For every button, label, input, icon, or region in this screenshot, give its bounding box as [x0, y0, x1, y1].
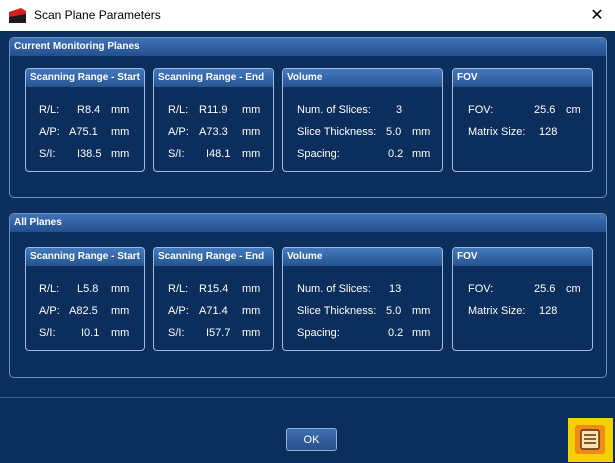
- ap-unit: mm: [242, 305, 261, 317]
- rl-value: R8.4: [77, 104, 101, 116]
- ap-unit: mm: [111, 305, 130, 317]
- ap-value: A71.4: [199, 305, 228, 317]
- si-unit: mm: [111, 327, 130, 339]
- corner-button[interactable]: [575, 425, 605, 454]
- title-bar: Scan Plane Parameters ✕: [0, 0, 615, 31]
- ap-value: A73.3: [199, 126, 228, 138]
- panel-title: FOV: [453, 69, 592, 87]
- panel-title: Scanning Range - Start: [26, 248, 144, 266]
- rl-value: R11.9: [199, 104, 228, 116]
- matrix-label: Matrix Size:: [468, 305, 526, 317]
- ap-value: A82.5: [69, 305, 98, 317]
- rl-label: R/L:: [168, 283, 189, 295]
- rl-label: R/L:: [39, 283, 60, 295]
- si-value: I48.1: [206, 148, 231, 160]
- spacing-label: Spacing:: [297, 148, 340, 160]
- ap-unit: mm: [111, 126, 130, 138]
- ap-label: A/P:: [168, 305, 189, 317]
- si-value: I38.5: [77, 148, 102, 160]
- thickness-unit: mm: [412, 305, 431, 317]
- fov-label: FOV:: [468, 283, 494, 295]
- panel-scanning-range-end: Scanning Range - End R/L: R15.4 mm A/P: …: [153, 247, 274, 351]
- rl-unit: mm: [242, 283, 261, 295]
- fov-value: 25.6: [534, 104, 556, 116]
- slices-label: Num. of Slices:: [297, 104, 371, 116]
- panel-scanning-range-start: Scanning Range - Start R/L: L5.8 mm A/P:…: [25, 247, 145, 351]
- thickness-value: 5.0: [386, 305, 402, 317]
- rl-value: L5.8: [77, 283, 99, 295]
- si-unit: mm: [242, 327, 261, 339]
- thickness-unit: mm: [412, 126, 431, 138]
- ap-unit: mm: [242, 126, 261, 138]
- si-unit: mm: [111, 148, 130, 160]
- rl-label: R/L:: [39, 104, 60, 116]
- rl-label: R/L:: [168, 104, 189, 116]
- panel-fov: FOV FOV: 25.6 cm Matrix Size: 128: [452, 68, 593, 172]
- si-unit: mm: [242, 148, 261, 160]
- matrix-label: Matrix Size:: [468, 126, 526, 138]
- panel-title: Scanning Range - End: [154, 69, 273, 87]
- thickness-label: Slice Thickness:: [297, 305, 377, 317]
- spacing-unit: mm: [412, 327, 431, 339]
- panel-volume: Volume Num. of Slices: 3 Slice Thickness…: [282, 68, 443, 172]
- ok-button[interactable]: OK: [286, 428, 337, 451]
- matrix-value: 128: [539, 305, 558, 317]
- si-label: S/I:: [168, 148, 185, 160]
- ap-label: A/P:: [39, 305, 60, 317]
- spacing-value: 0.2: [388, 148, 404, 160]
- rl-unit: mm: [111, 283, 130, 295]
- fov-value: 25.6: [534, 283, 556, 295]
- panel-title: Scanning Range - Start: [26, 69, 144, 87]
- panel-fov: FOV FOV: 25.6 cm Matrix Size: 128: [452, 247, 593, 351]
- fov-label: FOV:: [468, 104, 494, 116]
- rl-unit: mm: [111, 104, 130, 116]
- ap-value: A75.1: [69, 126, 98, 138]
- spacing-label: Spacing:: [297, 327, 340, 339]
- si-label: S/I:: [168, 327, 185, 339]
- si-label: S/I:: [39, 148, 56, 160]
- matrix-value: 128: [539, 126, 558, 138]
- si-value: I57.7: [206, 327, 231, 339]
- si-value: I0.1: [81, 327, 100, 339]
- spacing-unit: mm: [412, 148, 431, 160]
- panel-title: Volume: [283, 248, 442, 266]
- rl-value: R15.4: [199, 283, 229, 295]
- panel-title: Volume: [283, 69, 442, 87]
- corner-button-highlight[interactable]: [568, 418, 613, 462]
- rl-unit: mm: [242, 104, 261, 116]
- si-label: S/I:: [39, 327, 56, 339]
- spacing-value: 0.2: [388, 327, 404, 339]
- thickness-value: 5.0: [386, 126, 402, 138]
- app-logo-icon: [9, 8, 26, 23]
- panel-title: FOV: [453, 248, 592, 266]
- panel-scanning-range-start: Scanning Range - Start R/L: R8.4 mm A/P:…: [25, 68, 145, 172]
- panel-title: Scanning Range - End: [154, 248, 273, 266]
- slices-value: 13: [389, 283, 402, 295]
- fov-unit: cm: [566, 104, 581, 116]
- panel-scanning-range-end: Scanning Range - End R/L: R11.9 mm A/P: …: [153, 68, 274, 172]
- slices-label: Num. of Slices:: [297, 283, 371, 295]
- slices-value: 3: [396, 104, 403, 116]
- ap-label: A/P:: [168, 126, 189, 138]
- footer-divider: [0, 397, 615, 398]
- group-title: Current Monitoring Planes: [10, 38, 606, 56]
- thickness-label: Slice Thickness:: [297, 126, 377, 138]
- ap-label: A/P:: [39, 126, 60, 138]
- group-title: All Planes: [10, 214, 606, 232]
- panel-volume: Volume Num. of Slices: 13 Slice Thicknes…: [282, 247, 443, 351]
- document-list-icon: [580, 429, 600, 450]
- window-title: Scan Plane Parameters: [34, 8, 161, 22]
- close-button[interactable]: ✕: [579, 0, 615, 31]
- fov-unit: cm: [566, 283, 581, 295]
